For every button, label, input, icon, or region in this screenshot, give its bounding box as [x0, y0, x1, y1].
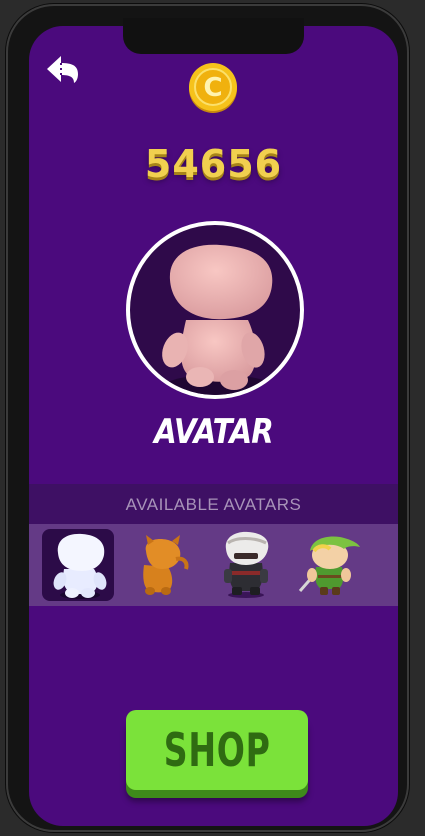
avatar-option-white-blob[interactable]: [42, 529, 114, 601]
avatar-title: AVATAR: [154, 412, 274, 452]
shop-button[interactable]: SHOP: [126, 710, 308, 798]
shop-button-face: SHOP: [126, 710, 308, 790]
back-button[interactable]: [45, 52, 81, 86]
phone-frame: C 54656 AVATAR AVAILABLE AVATARS SHOP: [6, 4, 409, 832]
game-screen: C 54656 AVATAR AVAILABLE AVATARS SHOP: [29, 26, 398, 826]
coin-icon: C: [187, 62, 239, 114]
phone-notch: [123, 18, 304, 54]
shop-button-label: SHOP: [163, 723, 271, 777]
available-avatars-header: AVAILABLE AVATARS: [29, 484, 398, 524]
coin-count: 54656: [144, 142, 283, 186]
current-avatar-portrait: [126, 221, 304, 399]
avatar-option-ninja-warrior[interactable]: [210, 529, 282, 601]
coin-glyph: C: [203, 73, 222, 103]
avatar-option-green-elf-hero[interactable]: [292, 529, 364, 601]
avatar-option-orange-cat[interactable]: [126, 529, 198, 601]
avatar-carousel[interactable]: [29, 524, 398, 606]
back-arrow-icon: [47, 56, 78, 83]
